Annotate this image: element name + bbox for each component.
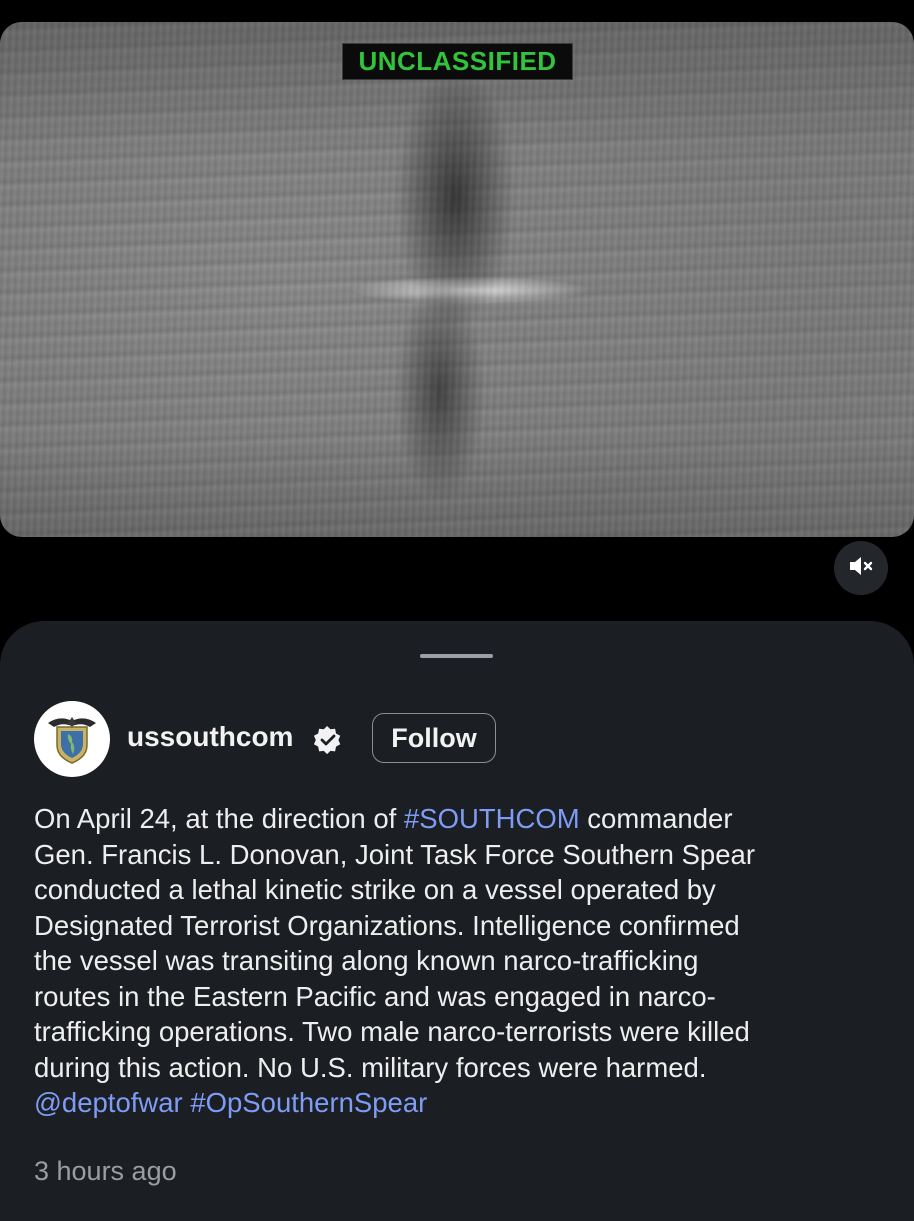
- username[interactable]: ussouthcom: [127, 721, 293, 753]
- post-timestamp: 3 hours ago: [34, 1156, 177, 1186]
- caption-text-line1-rest: commander: [579, 803, 733, 834]
- follow-button[interactable]: Follow: [372, 713, 496, 763]
- mute-button[interactable]: [834, 541, 888, 595]
- video-player[interactable]: UNCLASSIFIED: [0, 22, 914, 537]
- post-details-sheet: ussouthcom Follow On April 24, at the di…: [0, 621, 914, 1221]
- caption-line: routes in the Eastern Pacific and was en…: [34, 980, 716, 1012]
- caption-line: the vessel was transiting along known na…: [34, 945, 699, 976]
- mention-deptofwar[interactable]: @deptofwar: [34, 1087, 183, 1118]
- caption-line: conducted a lethal kinetic strike on a v…: [34, 874, 716, 905]
- classification-banner: UNCLASSIFIED: [342, 43, 573, 80]
- avatar[interactable]: [34, 701, 110, 777]
- hashtag-southcom[interactable]: #SOUTHCOM: [404, 803, 580, 834]
- sheet-drag-handle[interactable]: [420, 654, 493, 658]
- caption-text: On April 24, at the direction of: [34, 803, 404, 834]
- caption-line: trafficking operations. Two male narco-t…: [34, 1016, 750, 1047]
- caption-line-tags: @deptofwar #OpSouthernSpear: [34, 1085, 874, 1121]
- caption-line: Designated Terrorist Organizations. Inte…: [34, 909, 740, 941]
- speaker-muted-icon: [848, 555, 874, 582]
- command-emblem-icon: [42, 707, 102, 772]
- caption-line: Gen. Francis L. Donovan, Joint Task Forc…: [34, 838, 755, 870]
- video-frame: [0, 22, 914, 537]
- verified-badge-icon: [313, 725, 343, 755]
- post-caption: On April 24, at the direction of #SOUTHC…: [34, 801, 874, 1121]
- hashtag-opsouthernspear[interactable]: #OpSouthernSpear: [190, 1087, 427, 1118]
- caption-line: during this action. No U.S. military for…: [34, 1051, 707, 1083]
